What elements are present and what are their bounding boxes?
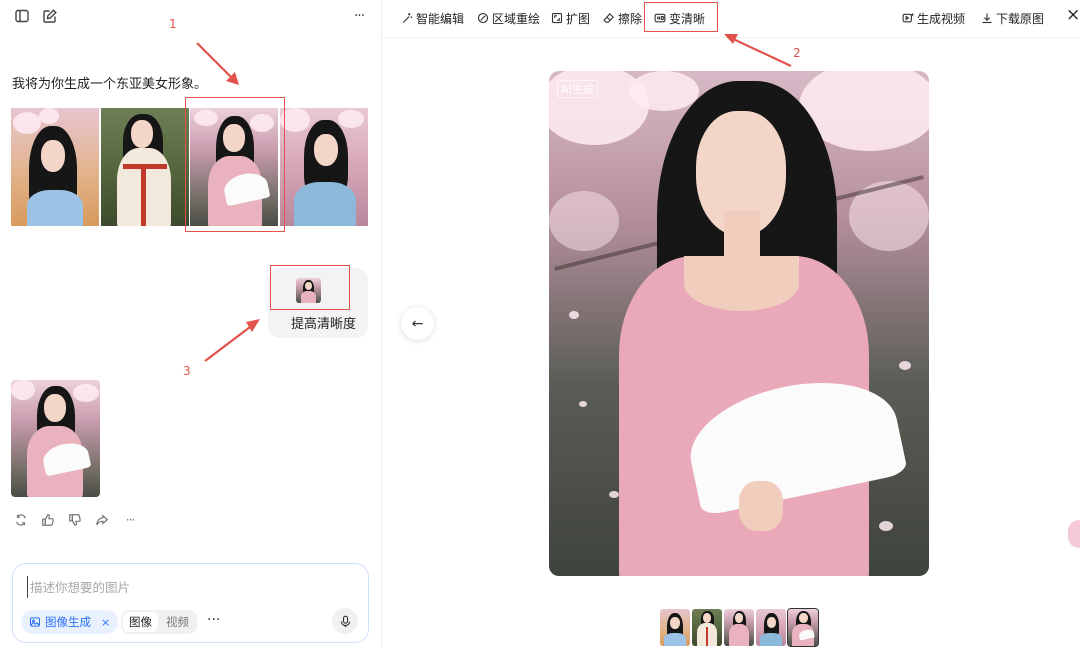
mode-chip-label: 图像生成 [45,615,91,629]
annotation-arrow-3 [204,319,260,362]
erase-button[interactable]: 擦除 [603,9,642,27]
image-icon [29,617,41,627]
media-type-toggle: 图像 视频 [121,610,197,634]
expand-image-button[interactable]: 扩图 [551,9,590,27]
expand-icon [551,12,563,24]
arrow-left-icon[interactable]: ← [401,307,434,340]
sidebar-toggle-icon[interactable] [12,6,32,26]
filmstrip-thumb-5-selected[interactable] [787,608,819,647]
download-original-button[interactable]: 下载原图 [981,9,1044,27]
annotation-arrow-2 [724,34,792,67]
smart-edit-button[interactable]: 智能编辑 [401,9,464,27]
download-icon [982,13,992,24]
filmstrip-thumb-2[interactable] [692,609,722,646]
edit-icon[interactable] [40,6,60,26]
region-repaint-button[interactable]: 区域重绘 [477,9,540,27]
thumbs-up-icon[interactable] [39,511,57,529]
eraser-icon [603,13,614,23]
ai-generated-badge: AI生成 [557,80,598,98]
smart-edit-label: 智能编辑 [416,11,465,26]
segment-video[interactable]: 视频 [160,612,195,632]
filmstrip-thumb-1[interactable] [660,609,690,646]
thumbs-down-icon[interactable] [66,511,84,529]
refresh-icon[interactable] [12,511,30,529]
user-message: 提高清晰度 [291,317,357,332]
region-repaint-label: 区域重绘 [492,11,541,26]
generated-image-2[interactable] [101,108,189,226]
filmstrip-thumb-4[interactable] [756,609,786,646]
preview-image[interactable]: AI生成 [549,71,929,576]
annotation-number-3: 3 [183,364,191,378]
result-image[interactable] [11,380,100,497]
download-original-label: 下载原图 [996,11,1045,26]
share-icon[interactable] [93,511,111,529]
annotation-number-2: 2 [793,46,801,60]
assistant-message: 我将为你生成一个东亚美女形象。 [12,77,208,92]
annotation-number-1: 1 [169,17,177,31]
more-horizontal-icon[interactable]: ··· [349,6,369,26]
highlight-box-image-3 [185,97,285,232]
generate-video-label: 生成视频 [917,11,966,26]
prompt-input[interactable] [27,576,347,598]
more-horizontal-icon[interactable]: ··· [121,511,139,529]
erase-label: 擦除 [618,11,643,26]
composer: 图像生成 × 图像 视频 ··· [12,563,369,643]
generated-image-4[interactable] [280,108,368,226]
brush-icon [477,12,489,24]
video-icon [902,13,914,23]
more-options-button[interactable]: ··· [207,613,220,627]
close-icon[interactable]: × [101,616,110,629]
chat-panel: ··· 我将为你生成一个东亚美女形象。 1 提高清晰度 3 ··· 描述你想要的… [0,0,382,648]
image-generation-chip[interactable]: 图像生成 × [21,610,119,634]
close-icon[interactable]: × [1066,5,1080,25]
annotation-arrow-1 [196,42,239,85]
segment-image[interactable]: 图像 [123,612,158,632]
highlight-box-sharpen [644,2,718,32]
side-panel-tab[interactable] [1068,520,1080,548]
expand-label: 扩图 [566,11,591,26]
magic-wand-icon [402,13,413,23]
filmstrip-thumb-3[interactable] [724,609,754,646]
generate-video-button[interactable]: 生成视频 [902,9,965,27]
highlight-box-attachment [270,265,350,310]
generated-image-1[interactable] [11,108,99,226]
image-viewer-panel: 智能编辑 区域重绘 扩图 擦除 变清晰 生成视频 下载原图 × 2 AI生成 ← [383,0,1080,648]
microphone-icon[interactable] [332,608,358,634]
